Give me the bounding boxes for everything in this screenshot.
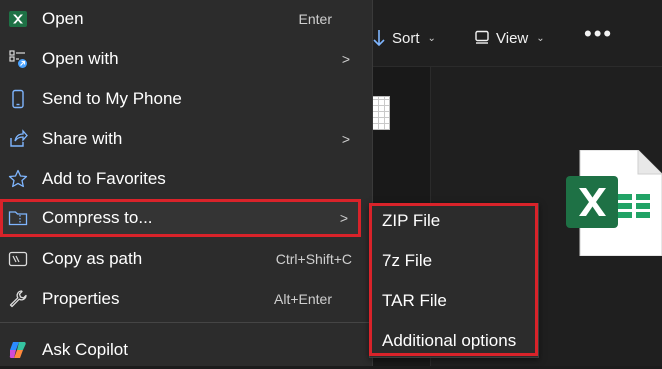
menu-item-share-with[interactable]: Share with > (0, 120, 372, 158)
chevron-right-icon: > (339, 210, 348, 226)
menu-item-add-to-favorites[interactable]: Add to Favorites (0, 160, 372, 198)
spreadsheet-thumbnail[interactable] (372, 96, 390, 130)
excel-file-icon (566, 150, 662, 256)
chevron-right-icon: > (341, 51, 350, 67)
submenu-item-tar-file[interactable]: TAR File (382, 291, 447, 311)
menu-item-label: Send to My Phone (42, 89, 182, 108)
sort-arrow-icon (372, 29, 386, 47)
menu-item-label: Share with (42, 129, 123, 148)
shortcut-text: Ctrl+Shift+C (275, 251, 352, 267)
menu-item-properties[interactable]: Properties Alt+Enter (0, 280, 372, 318)
phone-icon (8, 89, 28, 109)
command-bar: Sort ⌄ View ⌄ ••• (372, 0, 662, 67)
menu-item-label: Add to Favorites (42, 169, 166, 188)
view-button[interactable]: View ⌄ (474, 24, 545, 52)
view-icon (474, 30, 490, 46)
menu-item-label: Copy as path (42, 249, 143, 268)
submenu-item-additional-options[interactable]: Additional options (382, 331, 516, 351)
menu-item-label: Open with (42, 49, 119, 68)
menu-item-compress-to[interactable]: Compress to... > (0, 199, 372, 237)
copilot-icon (8, 340, 28, 360)
menu-item-copy-as-path[interactable]: Copy as path Ctrl+Shift+C (0, 240, 372, 278)
menu-item-open-with[interactable]: Open with > (0, 40, 372, 78)
zip-folder-icon (8, 208, 28, 228)
submenu-item-7z-file[interactable]: 7z File (382, 251, 432, 271)
shortcut-text: Enter (298, 11, 332, 27)
sort-button[interactable]: Sort ⌄ (372, 24, 436, 52)
chevron-down-icon: ⌄ (536, 32, 545, 44)
menu-item-label: Ask Copilot (42, 340, 128, 359)
submenu-item-zip-file[interactable]: ZIP File (382, 211, 440, 231)
menu-item-label: Open (42, 9, 84, 28)
share-icon (8, 129, 28, 149)
menu-item-ask-copilot[interactable]: Ask Copilot (0, 331, 372, 369)
menu-separator (0, 322, 372, 323)
excel-icon (8, 9, 28, 29)
menu-item-open[interactable]: Open Enter (0, 0, 372, 38)
more-options-button[interactable]: ••• (584, 20, 613, 48)
shortcut-text: Alt+Enter (274, 291, 332, 307)
open-with-icon (8, 49, 28, 69)
menu-item-label: Properties (42, 289, 120, 308)
chevron-down-icon: ⌄ (427, 32, 436, 44)
sort-label: Sort (392, 29, 420, 47)
view-label: View (496, 29, 529, 47)
star-icon (8, 169, 28, 189)
wrench-icon (8, 289, 28, 309)
menu-item-label: Compress to... (42, 208, 153, 227)
context-menu: Open Enter Open with > Send to My Phone … (0, 0, 373, 366)
copy-path-icon (8, 249, 28, 269)
chevron-right-icon: > (341, 131, 350, 147)
menu-item-send-to-phone[interactable]: Send to My Phone (0, 80, 372, 118)
